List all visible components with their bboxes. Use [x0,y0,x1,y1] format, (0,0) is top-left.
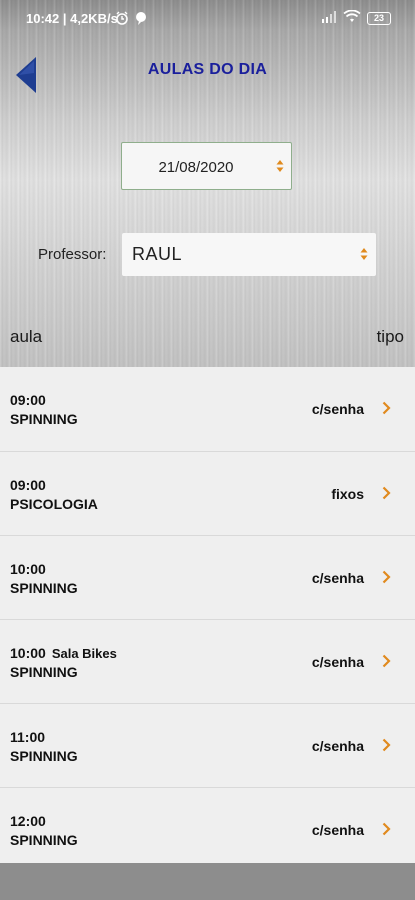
class-list: 09:00 SPINNING c/senha 09:00 PSICOLOGIA … [0,367,415,863]
class-tipo: c/senha [311,401,364,417]
signal-icon [321,10,337,26]
class-name: SPINNING [10,411,78,427]
class-name: SPINNING [10,748,78,764]
class-time: 11:00 [10,729,46,745]
class-tipo: c/senha [311,738,364,754]
alarm-icon [115,11,129,28]
class-time: 12:00 [10,813,46,829]
class-tipo: c/senha [311,570,364,586]
column-header-tipo: tipo [376,327,404,346]
class-time: 09:00 [10,477,46,493]
class-name: SPINNING [10,664,78,680]
class-time: 10:00 [10,645,46,661]
date-select[interactable]: 21/08/2020 [121,142,292,190]
chevron-right-icon [382,822,391,836]
class-time: 10:00 [10,561,46,577]
wifi-icon [343,9,361,26]
class-room: Sala Bikes [51,646,117,661]
date-value: 21/08/2020 [158,159,234,176]
page-title: AULAS DO DIA [147,61,268,78]
class-time: 09:00 [10,392,46,408]
class-row[interactable]: 10:00 Sala Bikes SPINNING c/senha [0,619,415,703]
professor-value: RAUL [132,244,183,264]
class-name: SPINNING [10,832,78,848]
chevron-right-icon [382,486,391,500]
class-row[interactable]: 10:00 SPINNING c/senha [0,535,415,619]
class-row[interactable]: 12:00 SPINNING c/senha [0,787,415,863]
chevron-right-icon [382,654,391,668]
class-tipo: c/senha [311,654,364,670]
status-bar: 10:42 | 4,2KB/s 23 [0,0,415,34]
class-row[interactable]: 09:00 SPINNING c/senha [0,367,415,451]
class-row[interactable]: 09:00 PSICOLOGIA fixos [0,451,415,535]
professor-label: Professor: [38,246,107,263]
class-tipo: c/senha [311,822,364,838]
chevron-right-icon [382,570,391,584]
class-name: SPINNING [10,580,78,596]
chevron-right-icon [382,401,391,415]
class-tipo: fixos [331,486,364,502]
spinner-arrows-icon [276,160,284,172]
notification-icon [135,11,147,28]
column-header-aula: aula [10,327,43,346]
spinner-arrows-icon [360,248,368,260]
chevron-right-icon [382,738,391,752]
bottom-bar [0,863,415,900]
professor-select[interactable]: RAUL [122,233,376,276]
status-time: 10:42 | 4,2KB/s [26,11,118,26]
class-name: PSICOLOGIA [10,496,98,512]
battery-icon: 23 [367,11,391,25]
class-row[interactable]: 11:00 SPINNING c/senha [0,703,415,787]
